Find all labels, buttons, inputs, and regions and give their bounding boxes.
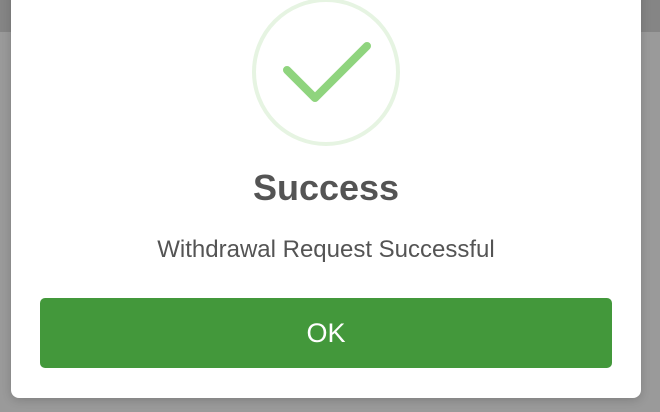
check-mark xyxy=(283,42,371,102)
check-circle-icon xyxy=(252,0,400,146)
dialog-message: Withdrawal Request Successful xyxy=(157,236,495,263)
ok-button[interactable]: OK xyxy=(40,298,612,368)
success-dialog: Success Withdrawal Request Successful OK xyxy=(11,0,641,398)
dialog-title: Success xyxy=(252,167,400,208)
check-ring xyxy=(252,0,400,146)
